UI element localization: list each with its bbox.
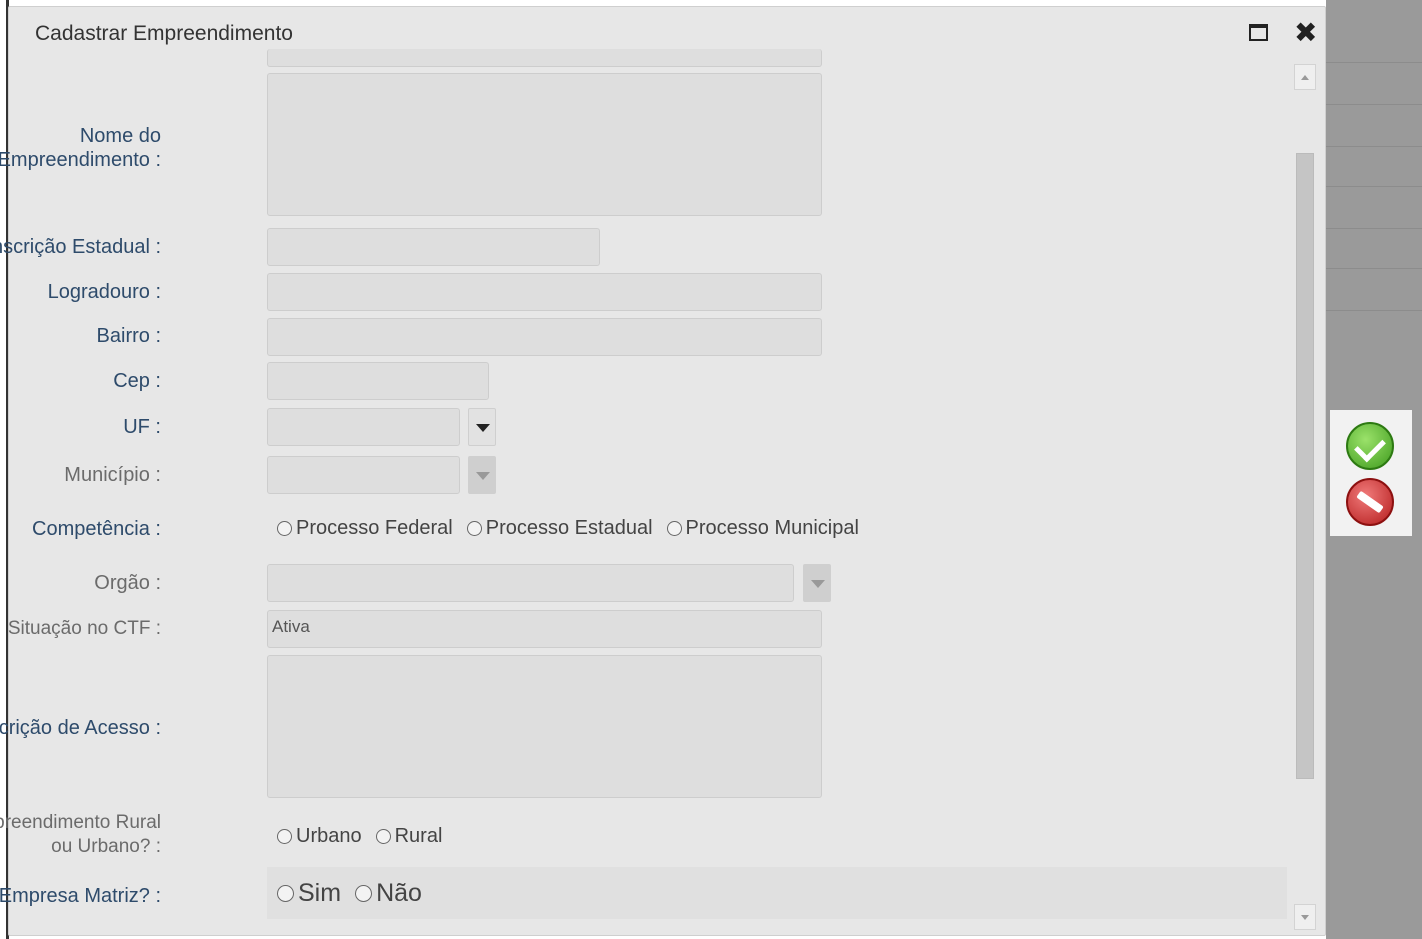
situacao-label: Situação no CTF : <box>7 618 161 639</box>
previous-field-partial[interactable] <box>267 49 822 67</box>
radio-rural[interactable]: Rural <box>375 825 442 848</box>
rural-urbano-label-line2: ou Urbano? : <box>51 836 161 857</box>
nome-label-line1: Nome do <box>79 125 161 147</box>
close-icon[interactable]: ✖ <box>1294 19 1317 47</box>
municipio-label: Município : <box>64 464 161 486</box>
descricao-acesso-textarea[interactable] <box>267 655 822 798</box>
inscricao-label: Inscrição Estadual : <box>0 236 161 258</box>
orgao-dropdown-button <box>803 564 831 602</box>
radio-circle-icon[interactable] <box>666 521 682 536</box>
radio-circle-icon[interactable] <box>277 885 294 902</box>
radio-nao[interactable]: Não <box>355 879 422 908</box>
chevron-down-icon <box>811 580 825 588</box>
maximize-icon[interactable] <box>1249 24 1268 41</box>
vertical-scrollbar[interactable] <box>1294 64 1316 930</box>
empresa-matriz-radio-group: Sim Não <box>277 879 436 908</box>
municipio-select <box>267 456 460 494</box>
action-panel <box>1330 410 1412 536</box>
radio-urbano[interactable]: Urbano <box>277 825 362 848</box>
orgao-label: Orgão : <box>94 572 161 594</box>
uf-label: UF : <box>123 416 161 438</box>
scroll-up-arrow-icon[interactable] <box>1294 64 1316 90</box>
rural-urbano-radio-group: Urbano Rural <box>277 825 456 848</box>
radio-circle-icon[interactable] <box>277 829 292 844</box>
scroll-down-arrow-icon[interactable] <box>1294 904 1316 930</box>
radio-processo-estadual[interactable]: Processo Estadual <box>466 517 653 540</box>
dialog-title: Cadastrar Empreendimento <box>35 22 293 45</box>
register-enterprise-dialog: Cadastrar Empreendimento ✖ Nome do Empre… <box>0 6 1326 936</box>
scrollbar-thumb[interactable] <box>1296 153 1314 779</box>
radio-circle-icon[interactable] <box>466 521 482 536</box>
competencia-radio-group: Processo Federal Processo Estadual Proce… <box>277 517 873 540</box>
radio-sim[interactable]: Sim <box>277 879 341 908</box>
bairro-input[interactable] <box>267 318 822 356</box>
orgao-select <box>267 564 794 602</box>
competencia-label: Competência : <box>32 518 161 540</box>
nome-empreendimento-textarea[interactable] <box>267 73 822 216</box>
logradouro-label: Logradouro : <box>47 281 161 303</box>
radio-circle-icon[interactable] <box>375 829 391 844</box>
descricao-label: Descrição de Acesso : <box>0 717 161 739</box>
no-entry-icon[interactable] <box>1346 478 1394 526</box>
chevron-down-icon <box>476 424 490 432</box>
cep-label: Cep : <box>113 370 161 392</box>
municipio-dropdown-button <box>468 456 496 494</box>
radio-processo-federal[interactable]: Processo Federal <box>277 517 453 540</box>
radio-circle-icon[interactable] <box>355 885 373 902</box>
chevron-down-icon <box>476 472 490 480</box>
situacao-ctf-field: Ativa <box>267 610 822 648</box>
uf-select[interactable] <box>267 408 460 446</box>
bairro-label: Bairro : <box>96 325 161 347</box>
radio-processo-municipal[interactable]: Processo Municipal <box>666 517 859 540</box>
uf-dropdown-button[interactable] <box>468 408 496 446</box>
inscricao-estadual-input[interactable] <box>267 228 600 266</box>
rural-urbano-label-line1: Empreendimento Rural <box>0 812 161 833</box>
nome-label-line2: Empreendimento : <box>0 149 161 171</box>
radio-circle-icon[interactable] <box>277 521 292 536</box>
logradouro-input[interactable] <box>267 273 822 311</box>
cep-input[interactable] <box>267 362 489 400</box>
check-circle-icon[interactable] <box>1346 422 1394 470</box>
empresa-matriz-label: Empresa Matriz? : <box>0 885 161 907</box>
